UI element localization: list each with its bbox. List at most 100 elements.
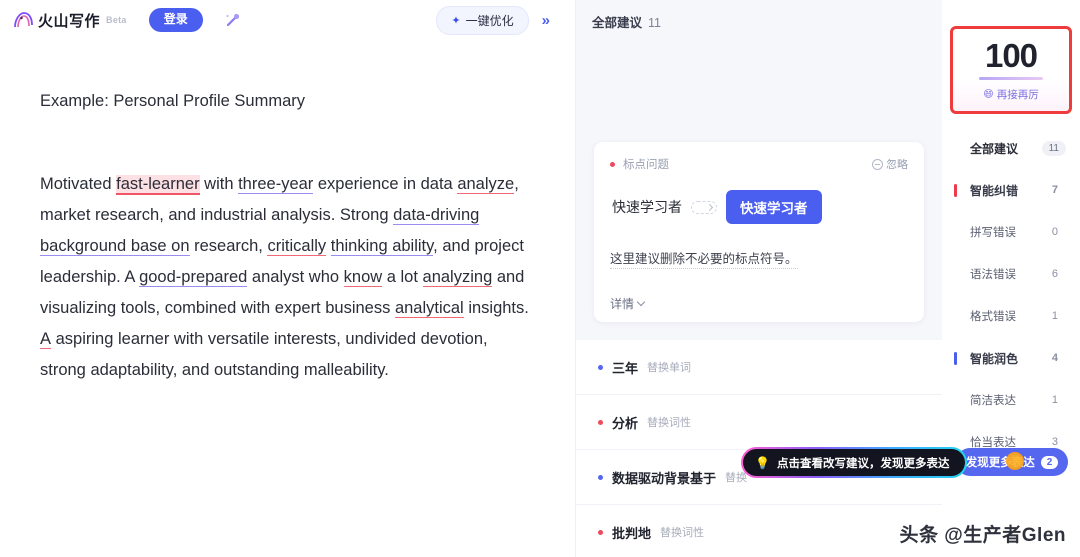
ignore-circle-icon bbox=[872, 158, 883, 170]
nav-group-correction[interactable]: 智能纠错 7 bbox=[942, 176, 1080, 204]
brand-name: 火山写作 bbox=[38, 12, 101, 30]
nav-item-all[interactable]: 全部建议 11 bbox=[942, 134, 1080, 162]
nav-item-spelling[interactable]: 拼写错误 0 bbox=[942, 218, 1080, 246]
lightbulb-icon: 💡 bbox=[755, 455, 770, 470]
score-nav-column: 100 😄 再接再厉 全部建议 11 智能纠错 7 拼写错误 0 语法错误 6 … bbox=[942, 0, 1080, 557]
text-run: a lot bbox=[382, 268, 423, 286]
smile-emoji-icon: 😄 bbox=[983, 88, 994, 100]
suggestions-header-count: 11 bbox=[648, 16, 661, 30]
list-item-word: 批判地 bbox=[612, 525, 652, 541]
suggestion-card[interactable]: 标点问题 忽略 快速学习者 快速学习者 这里建议删除不必要的标点符号。 详情 bbox=[594, 142, 924, 322]
collapse-panel-icon[interactable]: » bbox=[535, 11, 557, 30]
severity-dot-icon bbox=[598, 529, 603, 535]
error-critically[interactable]: critically bbox=[267, 237, 327, 256]
app-root: 火山写作 Beta 登录 ✦ 一键优化 » Example: Personal … bbox=[0, 0, 1080, 557]
nav-label: 拼写错误 bbox=[970, 227, 1016, 239]
error-article-a[interactable]: A bbox=[40, 330, 52, 349]
text-run: analyst who bbox=[251, 268, 344, 286]
ignore-button[interactable]: 忽略 bbox=[872, 156, 908, 172]
nav-count: 6 bbox=[1051, 268, 1058, 280]
top-bar: 火山写作 Beta 登录 ✦ 一键优化 » bbox=[0, 0, 575, 40]
suggestion-thinking-ability[interactable]: thinking ability bbox=[330, 237, 434, 256]
text-run: aspiring learner with versatile interest… bbox=[55, 330, 488, 348]
score-progress-bar bbox=[979, 76, 1043, 80]
list-item[interactable]: 三年 替换单词 bbox=[576, 340, 942, 395]
list-item-kind: 替换单词 bbox=[647, 362, 692, 374]
list-item-kind: 替换词性 bbox=[647, 417, 692, 429]
list-item[interactable]: 批判地 替换词性 bbox=[576, 505, 942, 557]
text-run: combined with expert business bbox=[164, 299, 395, 317]
suggestions-header: 全部建议 11 bbox=[576, 0, 942, 31]
text-run: experience in data bbox=[313, 175, 453, 193]
error-know[interactable]: know bbox=[343, 268, 383, 287]
apply-replacement-button[interactable]: 快速学习者 bbox=[726, 190, 822, 224]
category-nav: 全部建议 11 智能纠错 7 拼写错误 0 语法错误 6 格式错误 1 智能润色… bbox=[942, 134, 1080, 456]
cursor-highlight-icon bbox=[1006, 452, 1024, 470]
nav-item-concise[interactable]: 简洁表达 1 bbox=[942, 386, 1080, 414]
error-analyze[interactable]: analyze bbox=[457, 175, 515, 194]
score-caption: 😄 再接再厉 bbox=[983, 87, 1038, 102]
error-analytical[interactable]: analytical bbox=[394, 299, 464, 318]
one-click-optimize-button[interactable]: ✦ 一键优化 bbox=[436, 5, 529, 35]
optimize-label: 一键优化 bbox=[465, 13, 514, 28]
magic-wand-icon[interactable] bbox=[221, 8, 245, 32]
nav-label: 简洁表达 bbox=[970, 395, 1016, 407]
tooltip-text: 点击查看改写建议，发现更多表达 bbox=[776, 457, 950, 470]
document-title: Example: Personal Profile Summary bbox=[40, 92, 306, 110]
sparkle-icon: ✦ bbox=[451, 14, 461, 27]
nav-count: 11 bbox=[1041, 140, 1066, 156]
score-box: 100 😄 再接再厉 bbox=[950, 26, 1072, 114]
discover-count: 2 bbox=[1040, 455, 1059, 469]
suggestion-description: 这里建议删除不必要的标点符号。 bbox=[610, 248, 798, 269]
severity-dot-icon bbox=[598, 419, 603, 425]
suggestion-card-header: 标点问题 忽略 bbox=[610, 156, 908, 172]
list-item[interactable]: 分析 替换词性 bbox=[576, 395, 942, 450]
chevron-down-icon bbox=[636, 297, 646, 307]
brand-logo[interactable]: 火山写作 Beta bbox=[12, 10, 127, 31]
suggestion-good-prepared[interactable]: good-prepared bbox=[139, 268, 248, 287]
login-button[interactable]: 登录 bbox=[148, 8, 203, 32]
nav-item-grammar[interactable]: 语法错误 6 bbox=[942, 260, 1080, 288]
suggestion-replacement-row: 快速学习者 快速学习者 bbox=[612, 190, 908, 224]
original-word: 快速学习者 bbox=[612, 199, 682, 215]
text-run: strong adaptability, and outstanding mal… bbox=[40, 361, 389, 379]
document-body[interactable]: Motivated fast-learner with three-year e… bbox=[40, 169, 535, 386]
nav-count: 3 bbox=[1051, 436, 1058, 448]
suggestion-details-toggle[interactable]: 详情 bbox=[610, 295, 908, 312]
list-item-word: 数据驱动背景基于 bbox=[612, 470, 717, 486]
discover-label: 发现更多表达 bbox=[965, 457, 1035, 469]
nav-item-format[interactable]: 格式错误 1 bbox=[942, 302, 1080, 330]
text-run: with bbox=[199, 175, 239, 193]
nav-count: 1 bbox=[1051, 394, 1058, 406]
document-editor[interactable]: Example: Personal Profile Summary Motiva… bbox=[0, 40, 575, 386]
text-run: Motivated bbox=[40, 175, 117, 193]
list-item-word: 分析 bbox=[612, 415, 639, 431]
accent-bar-icon bbox=[954, 183, 957, 197]
editor-column: 火山写作 Beta 登录 ✦ 一键优化 » Example: Personal … bbox=[0, 0, 576, 557]
error-fast-learner[interactable]: fast-learner bbox=[116, 175, 200, 195]
suggestions-header-label: 全部建议 bbox=[592, 16, 643, 30]
nav-label: 语法错误 bbox=[970, 269, 1016, 281]
beta-badge: Beta bbox=[106, 15, 127, 25]
suggestion-three-year[interactable]: three-year bbox=[238, 175, 314, 194]
severity-dot-icon bbox=[598, 474, 603, 480]
hint-tooltip: 💡 点击查看改写建议，发现更多表达 bbox=[741, 447, 967, 478]
text-run: research, bbox=[189, 237, 268, 255]
nav-label: 智能纠错 bbox=[970, 183, 1019, 198]
ignore-label: 忽略 bbox=[886, 159, 908, 171]
nav-label: 智能润色 bbox=[970, 351, 1019, 366]
nav-group-polish[interactable]: 智能润色 4 bbox=[942, 344, 1080, 372]
nav-count: 7 bbox=[1051, 184, 1058, 196]
score-caption-text: 再接再厉 bbox=[996, 88, 1039, 101]
replace-arrow-icon bbox=[691, 200, 717, 214]
details-label: 详情 bbox=[610, 297, 635, 311]
error-analyzing[interactable]: analyzing bbox=[422, 268, 493, 287]
score-value: 100 bbox=[984, 36, 1038, 74]
nav-count: 1 bbox=[1051, 310, 1058, 322]
nav-label: 格式错误 bbox=[970, 311, 1016, 323]
